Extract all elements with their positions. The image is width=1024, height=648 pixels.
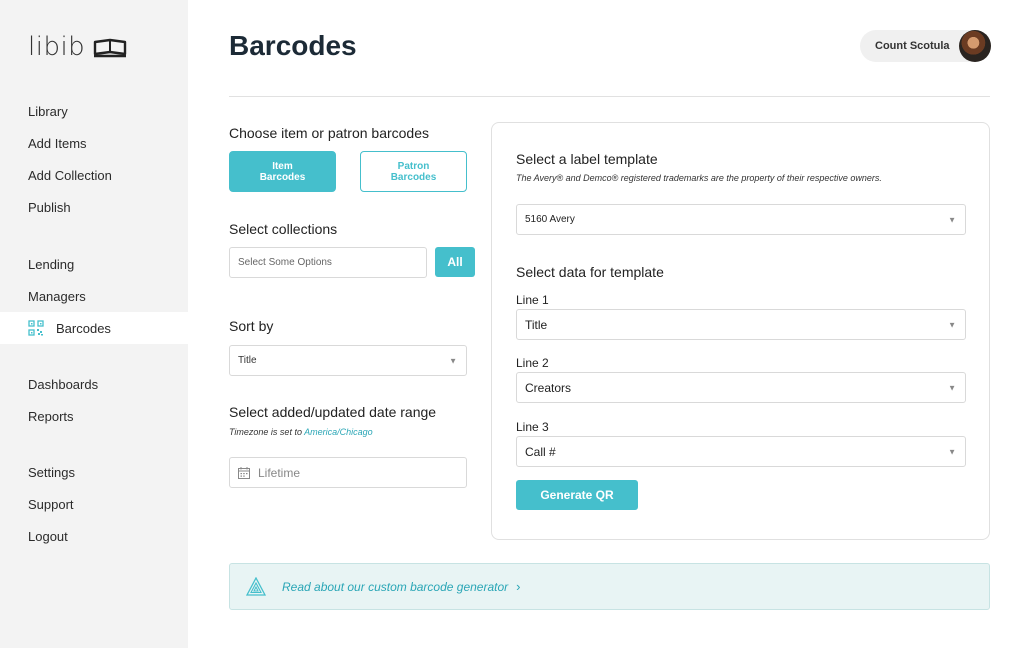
sidebar-item-label: Managers — [28, 288, 86, 304]
date-range-value: Lifetime — [258, 465, 301, 480]
sidebar-item-label: Settings — [28, 464, 75, 480]
sidebar-item-lending[interactable]: Lending — [0, 248, 188, 280]
item-barcodes-label-line2: Barcodes — [259, 171, 306, 183]
sort-by-label: Sort by — [229, 318, 274, 334]
sidebar-item-managers[interactable]: Managers — [0, 280, 188, 312]
barcode-generator-link[interactable]: Read about our custom barcode generator — [282, 580, 508, 594]
sidebar-item-label: Reports — [28, 408, 74, 424]
chevron-down-icon: ▼ — [948, 383, 956, 392]
sidebar-item-label: Barcodes — [56, 320, 111, 336]
sidebar-item-add-items[interactable]: Add Items — [0, 127, 188, 159]
patron-barcodes-label-line2: Barcodes — [390, 171, 437, 183]
sort-by-value: Title — [238, 355, 257, 366]
open-book-icon — [93, 38, 127, 58]
select-collections-label: Select collections — [229, 221, 338, 237]
label-template-heading: Select a label template — [516, 151, 658, 167]
sidebar-item-publish[interactable]: Publish — [0, 191, 188, 223]
item-barcodes-button[interactable]: Item Barcodes — [229, 151, 336, 192]
chevron-down-icon: ▼ — [948, 447, 956, 456]
trademark-note: The Avery® and Demco® registered tradema… — [516, 173, 882, 183]
logo[interactable]: libib — [28, 32, 127, 62]
sort-by-select[interactable]: Title ▼ — [229, 345, 467, 376]
chevron-down-icon: ▼ — [948, 215, 956, 224]
sidebar-item-label: Lending — [28, 256, 75, 272]
sidebar-item-add-collection[interactable]: Add Collection — [0, 159, 188, 191]
sidebar-item-barcodes[interactable]: Barcodes — [0, 312, 188, 344]
line2-select[interactable]: Creators ▼ — [516, 372, 966, 403]
sidebar-item-label: Publish — [28, 199, 71, 215]
chevron-right-icon: › — [516, 579, 521, 594]
barcode-generator-banner[interactable]: Read about our custom barcode generator … — [229, 563, 990, 610]
patron-barcodes-label-line1: Patron — [397, 160, 430, 172]
chevron-down-icon: ▼ — [948, 320, 956, 329]
template-data-heading: Select data for template — [516, 264, 664, 280]
sidebar-item-settings[interactable]: Settings — [0, 456, 188, 488]
sidebar-item-dashboards[interactable]: Dashboards — [0, 368, 188, 400]
sidebar-item-label: Add Items — [28, 135, 87, 151]
date-range-input[interactable]: Lifetime — [229, 457, 467, 488]
collections-placeholder: Select Some Options — [238, 257, 332, 268]
sidebar: libib Library Add Items Add Collection P… — [0, 0, 188, 648]
avatar — [959, 30, 991, 62]
page-title: Barcodes — [229, 30, 357, 61]
item-barcodes-label-line1: Item — [272, 160, 293, 172]
sidebar-item-reports[interactable]: Reports — [0, 400, 188, 432]
sidebar-item-label: Logout — [28, 528, 68, 544]
line3-label: Line 3 — [516, 420, 549, 434]
timezone-link[interactable]: America/Chicago — [304, 427, 373, 437]
sidebar-item-library[interactable]: Library — [0, 95, 188, 127]
sidebar-item-label: Support — [28, 496, 74, 512]
timezone-prefix: Timezone is set to — [229, 427, 302, 437]
select-all-button[interactable]: All — [435, 247, 475, 277]
label-template-select[interactable]: 5160 Avery ▼ — [516, 204, 966, 235]
choose-barcodes-label: Choose item or patron barcodes — [229, 125, 429, 141]
label-template-value: 5160 Avery — [525, 214, 575, 225]
label-template-panel: Select a label template The Avery® and D… — [491, 122, 990, 540]
chevron-down-icon: ▼ — [449, 356, 457, 365]
line1-value: Title — [525, 317, 548, 332]
line1-label: Line 1 — [516, 293, 549, 307]
collections-select[interactable]: Select Some Options — [229, 247, 427, 278]
calendar-icon — [238, 466, 250, 479]
line2-label: Line 2 — [516, 356, 549, 370]
barcode-qr-icon — [28, 320, 44, 336]
sidebar-item-logout[interactable]: Logout — [0, 520, 188, 552]
sidebar-item-support[interactable]: Support — [0, 488, 188, 520]
user-name: Count Scotula — [875, 40, 950, 52]
patron-barcodes-button[interactable]: Patron Barcodes — [360, 151, 467, 192]
user-menu[interactable]: Count Scotula — [860, 30, 991, 62]
timezone-note: Timezone is set to America/Chicago — [229, 427, 373, 437]
sidebar-item-label: Dashboards — [28, 376, 99, 392]
sidebar-item-label: Library — [28, 103, 68, 119]
line3-select[interactable]: Call # ▼ — [516, 436, 966, 467]
header-divider — [229, 96, 990, 97]
line3-value: Call # — [525, 444, 556, 459]
sidebar-item-label: Add Collection — [28, 167, 112, 183]
logo-text: libib — [28, 32, 86, 62]
generate-qr-button[interactable]: Generate QR — [516, 480, 638, 510]
line1-select[interactable]: Title ▼ — [516, 309, 966, 340]
line2-value: Creators — [525, 380, 572, 395]
triangle-logo-icon — [246, 576, 266, 596]
date-range-label: Select added/updated date range — [229, 404, 437, 420]
